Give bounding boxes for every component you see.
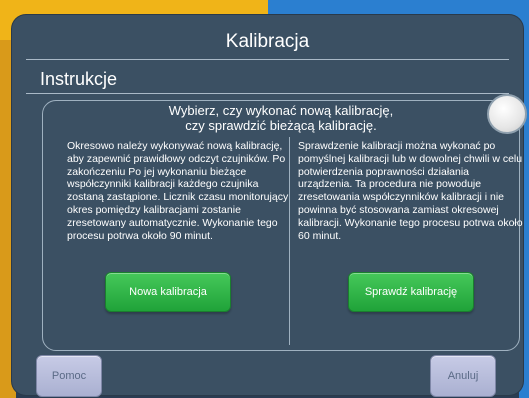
calibration-dialog: Kalibracja Instrukcje Wybierz, czy wykon… [12,15,527,397]
instructions-heading: Instrukcje [40,69,118,89]
title-divider [26,59,509,60]
help-button[interactable]: Pomoc [36,355,102,397]
new-calibration-description: Okresowo należy wykonywać nową kalibracj… [67,140,289,242]
check-calibration-button[interactable]: Sprawdź kalibrację [348,272,474,312]
instruction-box: Wybierz, czy wykonać nową kalibrację, cz… [42,94,527,351]
choice-prompt: Wybierz, czy wykonać nową kalibrację, cz… [43,103,519,133]
cancel-button[interactable]: Anuluj [430,355,496,397]
radio-button[interactable] [487,94,527,134]
new-calibration-button[interactable]: Nowa kalibracja [105,272,231,312]
dialog-title: Kalibracja [225,31,310,52]
instructions-divider [26,93,509,94]
check-calibration-description: Sprawdzenie kalibracji można wykonać po … [298,140,523,242]
column-divider [289,137,290,345]
prompt-line-2: czy sprawdzić bieżącą kalibrację. [185,118,377,133]
prompt-line-1: Wybierz, czy wykonać nową kalibrację, [168,103,394,118]
